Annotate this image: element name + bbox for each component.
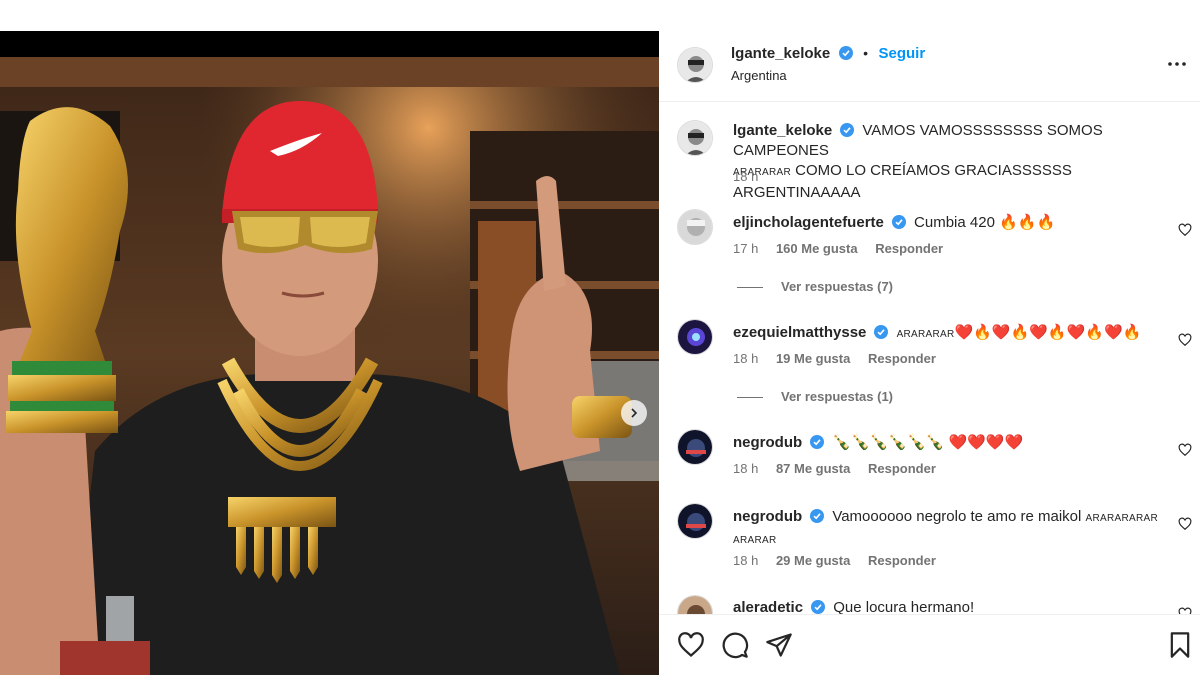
comment-heart-icon[interactable]: [1178, 223, 1192, 237]
comment-timestamp[interactable]: 18 h: [733, 461, 758, 476]
comment-small-text: ARARARAR: [896, 329, 955, 340]
verified-badge-icon: [840, 123, 855, 137]
comment-item: eljincholagentefuerte Cumbia 420 🔥🔥🔥 17 …: [659, 207, 1200, 317]
comment-timestamp[interactable]: 17 h: [733, 241, 758, 256]
more-options-icon[interactable]: [1166, 53, 1188, 75]
commenter-avatar[interactable]: [677, 503, 713, 539]
replies-divider: [737, 397, 763, 399]
comment-meta: 18 h 87 Me gusta Responder: [733, 461, 950, 476]
chevron-right-icon: [631, 408, 638, 418]
comment-body: ❤️🔥❤️🔥❤️🔥❤️🔥❤️🔥: [954, 324, 1142, 341]
avatar-image: [678, 210, 712, 244]
separator-dot: •: [863, 45, 869, 61]
next-photo-button[interactable]: [621, 400, 647, 426]
comment-text: aleradetic Que locura hermano!: [733, 598, 1173, 614]
comment-item: aleradetic Que locura hermano!: [659, 595, 1200, 614]
comment-icon[interactable]: [721, 631, 749, 659]
verified-badge-icon: [811, 600, 826, 614]
reply-button[interactable]: Responder: [875, 241, 943, 256]
comment-body: Que locura hermano!: [833, 599, 975, 614]
commenter-username[interactable]: negrodub: [733, 508, 802, 525]
comment-text: negrodub 🍾🍾🍾🍾🍾🍾 ❤️❤️❤️❤️: [733, 433, 1173, 453]
comment-item: negrodub Vamoooooo negrolo te amo re mai…: [659, 501, 1200, 591]
comment-meta: 18 h 29 Me gusta Responder: [733, 553, 950, 568]
caption-username[interactable]: lgante_keloke: [733, 122, 832, 139]
comment-small-text-2: ARARAR: [733, 535, 777, 546]
post-photo[interactable]: [0, 31, 659, 675]
comment-body: Cumbia 420 🔥🔥🔥: [914, 214, 1056, 231]
verified-badge-icon: [838, 46, 853, 60]
verified-badge-icon: [891, 215, 906, 229]
comment-text: negrodub Vamoooooo negrolo te amo re mai…: [733, 507, 1173, 551]
verified-badge-icon: [874, 325, 889, 339]
comment-item: negrodub 🍾🍾🍾🍾🍾🍾 ❤️❤️❤️❤️ 18 h 87 Me gust…: [659, 427, 1200, 497]
caption-meta: 18 h: [733, 169, 772, 184]
view-replies-button[interactable]: Ver respuestas (1): [737, 389, 893, 404]
comment-body: 🍾🍾🍾🍾🍾🍾 ❤️❤️❤️❤️: [832, 434, 1024, 451]
comment-heart-icon[interactable]: [1178, 517, 1192, 531]
post-location[interactable]: Argentina: [731, 68, 787, 83]
post-action-bar: [659, 614, 1200, 675]
caption-author-avatar[interactable]: [677, 120, 713, 156]
comment-text: ezequielmatthysse ARARARAR❤️🔥❤️🔥❤️🔥❤️🔥❤️…: [733, 323, 1173, 345]
commenter-avatar[interactable]: [677, 429, 713, 465]
avatar-image: [678, 48, 712, 82]
post-caption: lgante_keloke VAMOS VAMOSSSSSSSS SOMOS C…: [659, 117, 1200, 201]
comment-text: eljincholagentefuerte Cumbia 420 🔥🔥🔥: [733, 213, 1173, 233]
reply-button[interactable]: Responder: [868, 461, 936, 476]
commenter-avatar[interactable]: [677, 595, 713, 614]
commenter-username[interactable]: ezequielmatthysse: [733, 324, 866, 341]
comment-timestamp[interactable]: 18 h: [733, 351, 758, 366]
comment-meta: 18 h 19 Me gusta Responder: [733, 351, 950, 366]
comment-heart-icon[interactable]: [1178, 333, 1192, 347]
comment-likes[interactable]: 19 Me gusta: [776, 351, 850, 366]
comment-meta: 17 h 160 Me gusta Responder: [733, 241, 957, 256]
verified-badge-icon: [810, 509, 825, 523]
post-header: lgante_keloke • Seguir Argentina: [659, 31, 1200, 102]
commenter-username[interactable]: eljincholagentefuerte: [733, 214, 884, 231]
commenter-username[interactable]: aleradetic: [733, 599, 803, 614]
comments-list[interactable]: lgante_keloke VAMOS VAMOSSSSSSSS SOMOS C…: [659, 103, 1200, 614]
comment-item: ezequielmatthysse ARARARAR❤️🔥❤️🔥❤️🔥❤️🔥❤️…: [659, 317, 1200, 427]
follow-button[interactable]: Seguir: [878, 45, 925, 62]
comment-likes[interactable]: 160 Me gusta: [776, 241, 858, 256]
caption-text: lgante_keloke VAMOS VAMOSSSSSSSS SOMOS C…: [733, 121, 1173, 203]
comment-timestamp[interactable]: 18 h: [733, 553, 758, 568]
commenter-avatar[interactable]: [677, 319, 713, 355]
photo-illustration: [0, 31, 659, 675]
replies-divider: [737, 287, 763, 289]
reply-button[interactable]: Responder: [868, 553, 936, 568]
commenter-avatar[interactable]: [677, 209, 713, 245]
view-replies-button[interactable]: Ver respuestas (7): [737, 279, 893, 294]
commenter-username[interactable]: negrodub: [733, 434, 802, 451]
post-side-panel: lgante_keloke • Seguir Argentina lgante_…: [659, 31, 1200, 675]
author-avatar[interactable]: [677, 47, 713, 83]
view-replies-label: Ver respuestas (7): [781, 279, 894, 294]
comment-body: Vamoooooo negrolo te amo re maikol: [832, 508, 1082, 525]
avatar-image: [678, 121, 712, 155]
verified-badge-icon: [810, 435, 825, 449]
share-icon[interactable]: [765, 631, 793, 659]
comment-small-text: ARARARARAR: [1085, 513, 1158, 524]
avatar-image: [678, 320, 712, 354]
post-media-area: [0, 0, 659, 675]
reply-button[interactable]: Responder: [868, 351, 936, 366]
comment-likes[interactable]: 87 Me gusta: [776, 461, 850, 476]
author-username[interactable]: lgante_keloke: [731, 45, 830, 62]
heart-icon[interactable]: [677, 631, 705, 659]
comment-heart-icon[interactable]: [1178, 443, 1192, 457]
bookmark-icon[interactable]: [1166, 631, 1194, 659]
comment-heart-icon[interactable]: [1178, 607, 1192, 614]
view-replies-label: Ver respuestas (1): [781, 389, 894, 404]
avatar-image: [678, 504, 712, 538]
header-line: lgante_keloke • Seguir: [731, 45, 925, 63]
avatar-image: [678, 596, 712, 614]
avatar-image: [678, 430, 712, 464]
caption-timestamp[interactable]: 18 h: [733, 169, 758, 184]
comment-likes[interactable]: 29 Me gusta: [776, 553, 850, 568]
